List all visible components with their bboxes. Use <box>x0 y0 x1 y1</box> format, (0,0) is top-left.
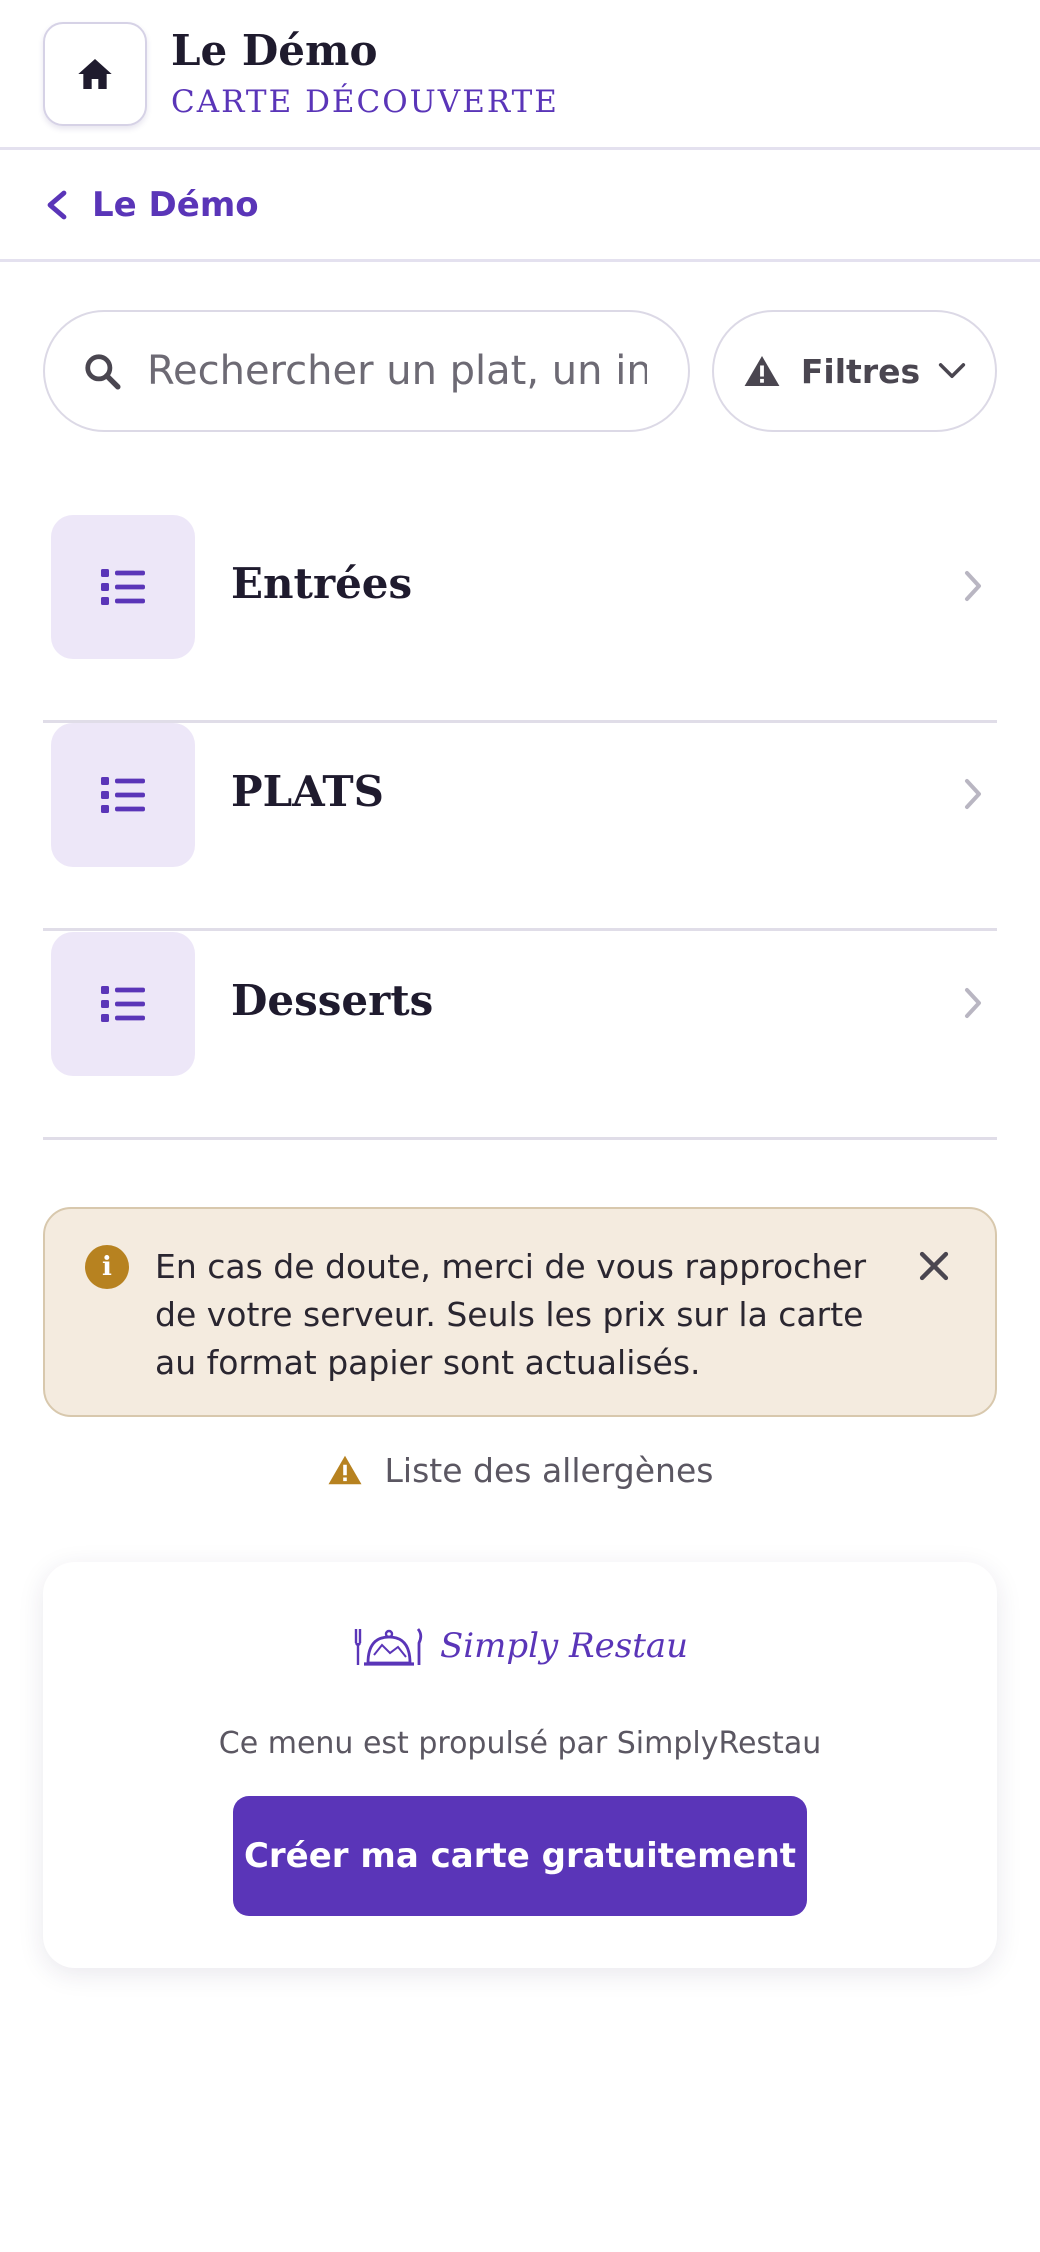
home-icon <box>78 59 112 89</box>
chevron-left-icon <box>47 190 67 219</box>
filters-button[interactable]: Filtres <box>712 310 997 432</box>
powered-by-text: Ce menu est propulsé par SimplyRestau <box>218 1726 822 1761</box>
menu-subtitle: CARTE DÉCOUVERTE <box>171 84 559 120</box>
filters-label: Filtres <box>800 351 921 391</box>
chevron-right-icon <box>965 779 981 809</box>
allergens-label: Liste des allergènes <box>384 1450 714 1490</box>
brand-logo: Simply Restau <box>43 1616 997 1676</box>
search-icon <box>85 354 121 390</box>
brand-name: Simply Restau <box>439 1626 689 1666</box>
cloche-logo-icon <box>354 1628 423 1666</box>
category-icon-box <box>51 515 195 659</box>
create-menu-button[interactable]: Créer ma carte gratuitement <box>233 1796 807 1916</box>
category-icon-box <box>51 932 195 1076</box>
home-button[interactable] <box>43 22 147 126</box>
info-notice: i En cas de doute, merci de vous rapproc… <box>43 1207 997 1417</box>
chevron-right-icon <box>965 571 981 601</box>
search-box[interactable] <box>43 310 690 432</box>
category-item-plats[interactable]: PLATS <box>43 723 997 931</box>
warning-icon <box>744 355 780 387</box>
close-icon[interactable] <box>917 1249 951 1283</box>
category-label: Entrées <box>231 559 413 608</box>
chevron-down-icon <box>939 363 966 378</box>
allergens-link[interactable]: Liste des allergènes <box>0 1440 1040 1500</box>
list-icon <box>101 569 145 605</box>
back-link[interactable]: Le Démo <box>44 185 259 225</box>
powered-by-card: Simply Restau Ce menu est propulsé par S… <box>43 1562 997 1968</box>
category-icon-box <box>51 723 195 867</box>
search-input[interactable] <box>147 348 647 394</box>
warning-icon <box>328 1455 362 1485</box>
list-icon <box>101 777 145 813</box>
chevron-right-icon <box>965 988 981 1018</box>
breadcrumb: Le Démo <box>0 150 1040 262</box>
category-label: PLATS <box>231 767 384 816</box>
app-header: Le Démo CARTE DÉCOUVERTE <box>0 0 1040 150</box>
back-link-label: Le Démo <box>92 184 259 225</box>
category-item-desserts[interactable]: Desserts <box>43 932 997 1140</box>
info-icon: i <box>85 1245 129 1289</box>
category-label: Desserts <box>231 976 434 1025</box>
list-icon <box>101 986 145 1022</box>
category-item-entrees[interactable]: Entrées <box>43 515 997 723</box>
restaurant-title: Le Démo <box>171 26 378 75</box>
notice-text: En cas de doute, merci de vous rapproche… <box>155 1247 867 1382</box>
